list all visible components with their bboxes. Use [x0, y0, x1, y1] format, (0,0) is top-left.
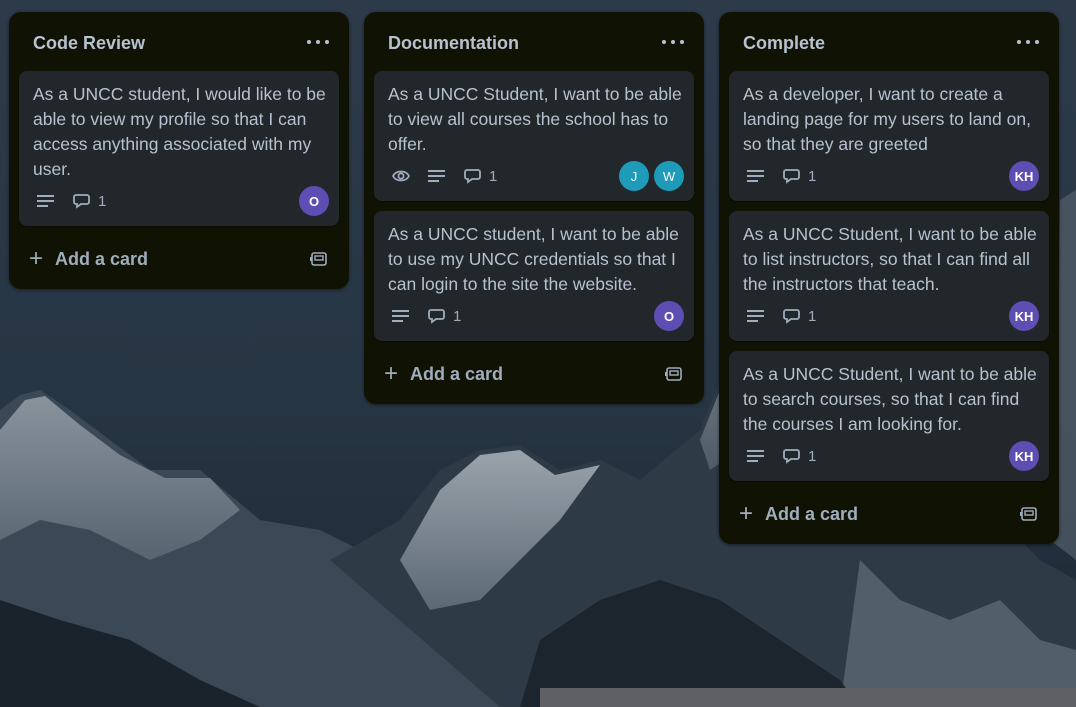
add-card-button[interactable]: + Add a card	[739, 502, 858, 526]
member-avatar[interactable]: J	[619, 161, 649, 191]
description-icon	[392, 309, 410, 323]
plus-icon: +	[384, 360, 399, 387]
card[interactable]: As a UNCC Student, I want to be able to …	[374, 71, 694, 201]
card-title: As a developer, I want to create a landi…	[743, 84, 1031, 154]
member-avatar[interactable]: W	[654, 161, 684, 191]
card-title: As a UNCC Student, I want to be able to …	[388, 84, 682, 154]
comments-badge: 1	[464, 168, 497, 185]
member-avatar[interactable]: KH	[1009, 441, 1039, 471]
description-icon	[428, 169, 446, 183]
comments-badge: 1	[783, 168, 816, 185]
card-badges: 1	[747, 446, 834, 466]
card-members: O	[294, 186, 329, 216]
card-badges: 1	[747, 166, 834, 186]
card-template-icon[interactable]	[1019, 504, 1039, 524]
add-card-button[interactable]: + Add a card	[29, 247, 148, 271]
list-title[interactable]: Code Review	[33, 33, 145, 54]
description-icon	[747, 449, 765, 463]
member-avatar[interactable]: O	[299, 186, 329, 216]
card-members: KH	[1004, 161, 1039, 191]
card-badges: 1	[392, 306, 479, 326]
card-template-icon[interactable]	[309, 249, 329, 269]
comment-icon	[783, 309, 800, 324]
comment-icon	[783, 449, 800, 464]
watching-icon	[392, 169, 410, 183]
list-header: Code Review	[9, 12, 349, 72]
board-canvas: Code Review As a UNCC student, I would l…	[0, 0, 1076, 707]
list-title[interactable]: Complete	[743, 33, 825, 54]
card-title: As a UNCC Student, I want to be able to …	[743, 364, 1037, 434]
card[interactable]: As a UNCC student, I want to be able to …	[374, 211, 694, 341]
card-template-icon[interactable]	[664, 364, 684, 384]
plus-icon: +	[29, 245, 44, 272]
card[interactable]: As a UNCC Student, I want to be able to …	[729, 211, 1049, 341]
card-badges: 1	[747, 306, 834, 326]
comments-badge: 1	[783, 448, 816, 465]
description-icon	[747, 169, 765, 183]
list-header: Documentation	[364, 12, 704, 72]
list-header: Complete	[719, 12, 1059, 72]
card-title: As a UNCC student, I want to be able to …	[388, 224, 679, 294]
card[interactable]: As a UNCC student, I would like to be ab…	[19, 71, 339, 226]
add-card-button[interactable]: + Add a card	[384, 362, 503, 386]
add-card-label: Add a card	[55, 248, 149, 269]
comments-count: 1	[489, 167, 498, 185]
comments-count: 1	[808, 167, 817, 185]
comment-icon	[73, 194, 90, 209]
add-card-label: Add a card	[765, 503, 859, 524]
list-menu-icon[interactable]	[1017, 34, 1039, 50]
card-badges: 1	[392, 166, 515, 186]
list-documentation: Documentation As a UNCC Student, I want …	[364, 12, 704, 404]
list-title[interactable]: Documentation	[388, 33, 519, 54]
card-title: As a UNCC Student, I want to be able to …	[743, 224, 1037, 294]
card-members: O	[649, 301, 684, 331]
comment-icon	[428, 309, 445, 324]
description-icon	[37, 194, 55, 208]
card[interactable]: As a developer, I want to create a landi…	[729, 71, 1049, 201]
comment-icon	[464, 169, 481, 184]
card-badges: 1	[37, 191, 124, 211]
comments-badge: 1	[783, 308, 816, 325]
list-menu-icon[interactable]	[307, 34, 329, 50]
card[interactable]: As a UNCC Student, I want to be able to …	[729, 351, 1049, 481]
comment-icon	[783, 169, 800, 184]
comments-badge: 1	[428, 308, 461, 325]
card-members: KH	[1004, 441, 1039, 471]
add-card-label: Add a card	[410, 363, 504, 384]
description-icon	[747, 309, 765, 323]
comments-count: 1	[808, 447, 817, 465]
card-members: J W	[614, 161, 684, 191]
member-avatar[interactable]: KH	[1009, 161, 1039, 191]
plus-icon: +	[739, 500, 754, 527]
comments-count: 1	[453, 307, 462, 325]
member-avatar[interactable]: O	[654, 301, 684, 331]
list-code-review: Code Review As a UNCC student, I would l…	[9, 12, 349, 289]
comments-count: 1	[808, 307, 817, 325]
comments-count: 1	[98, 192, 107, 210]
member-avatar[interactable]: KH	[1009, 301, 1039, 331]
list-complete: Complete As a developer, I want to creat…	[719, 12, 1059, 544]
horizontal-scrollbar[interactable]	[540, 688, 1076, 707]
card-title: As a UNCC student, I would like to be ab…	[33, 84, 326, 179]
list-menu-icon[interactable]	[662, 34, 684, 50]
comments-badge: 1	[73, 193, 106, 210]
card-members: KH	[1004, 301, 1039, 331]
